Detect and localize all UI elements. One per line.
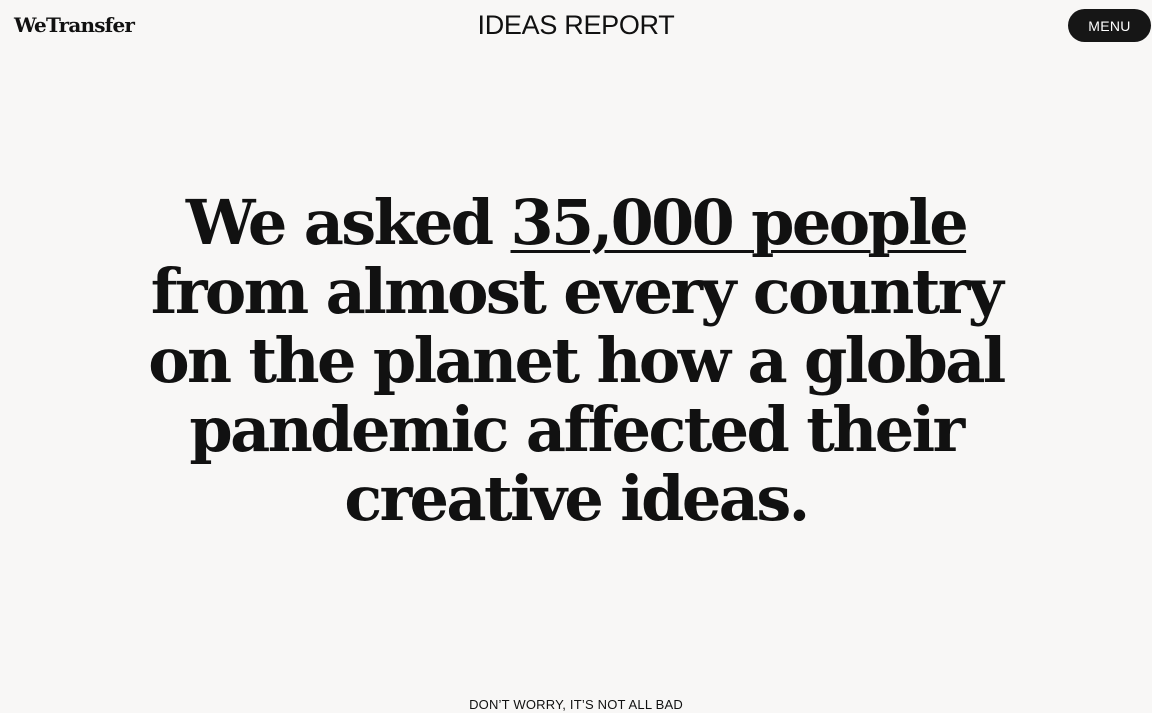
headline-line-4: pandemic affected their xyxy=(189,393,965,466)
headline-line-3: on the planet how a global xyxy=(148,324,1006,397)
headline-line-1-prefix: We asked xyxy=(185,186,511,259)
page-title: IDEAS REPORT xyxy=(477,10,675,40)
menu-button[interactable]: MENU xyxy=(1068,9,1151,42)
headline-line-1: We asked 35,000 people xyxy=(0,188,1152,257)
headline-line-2: from almost every country xyxy=(150,255,1004,328)
scroll-hint-link[interactable]: DON’T WORRY, IT’S NOT ALL BAD xyxy=(0,697,1152,713)
hero-headline: We asked 35,000 people from almost every… xyxy=(0,188,1152,533)
headline-line-5: creative ideas. xyxy=(344,462,810,535)
35000-people-link[interactable]: 35,000 people xyxy=(511,186,969,259)
